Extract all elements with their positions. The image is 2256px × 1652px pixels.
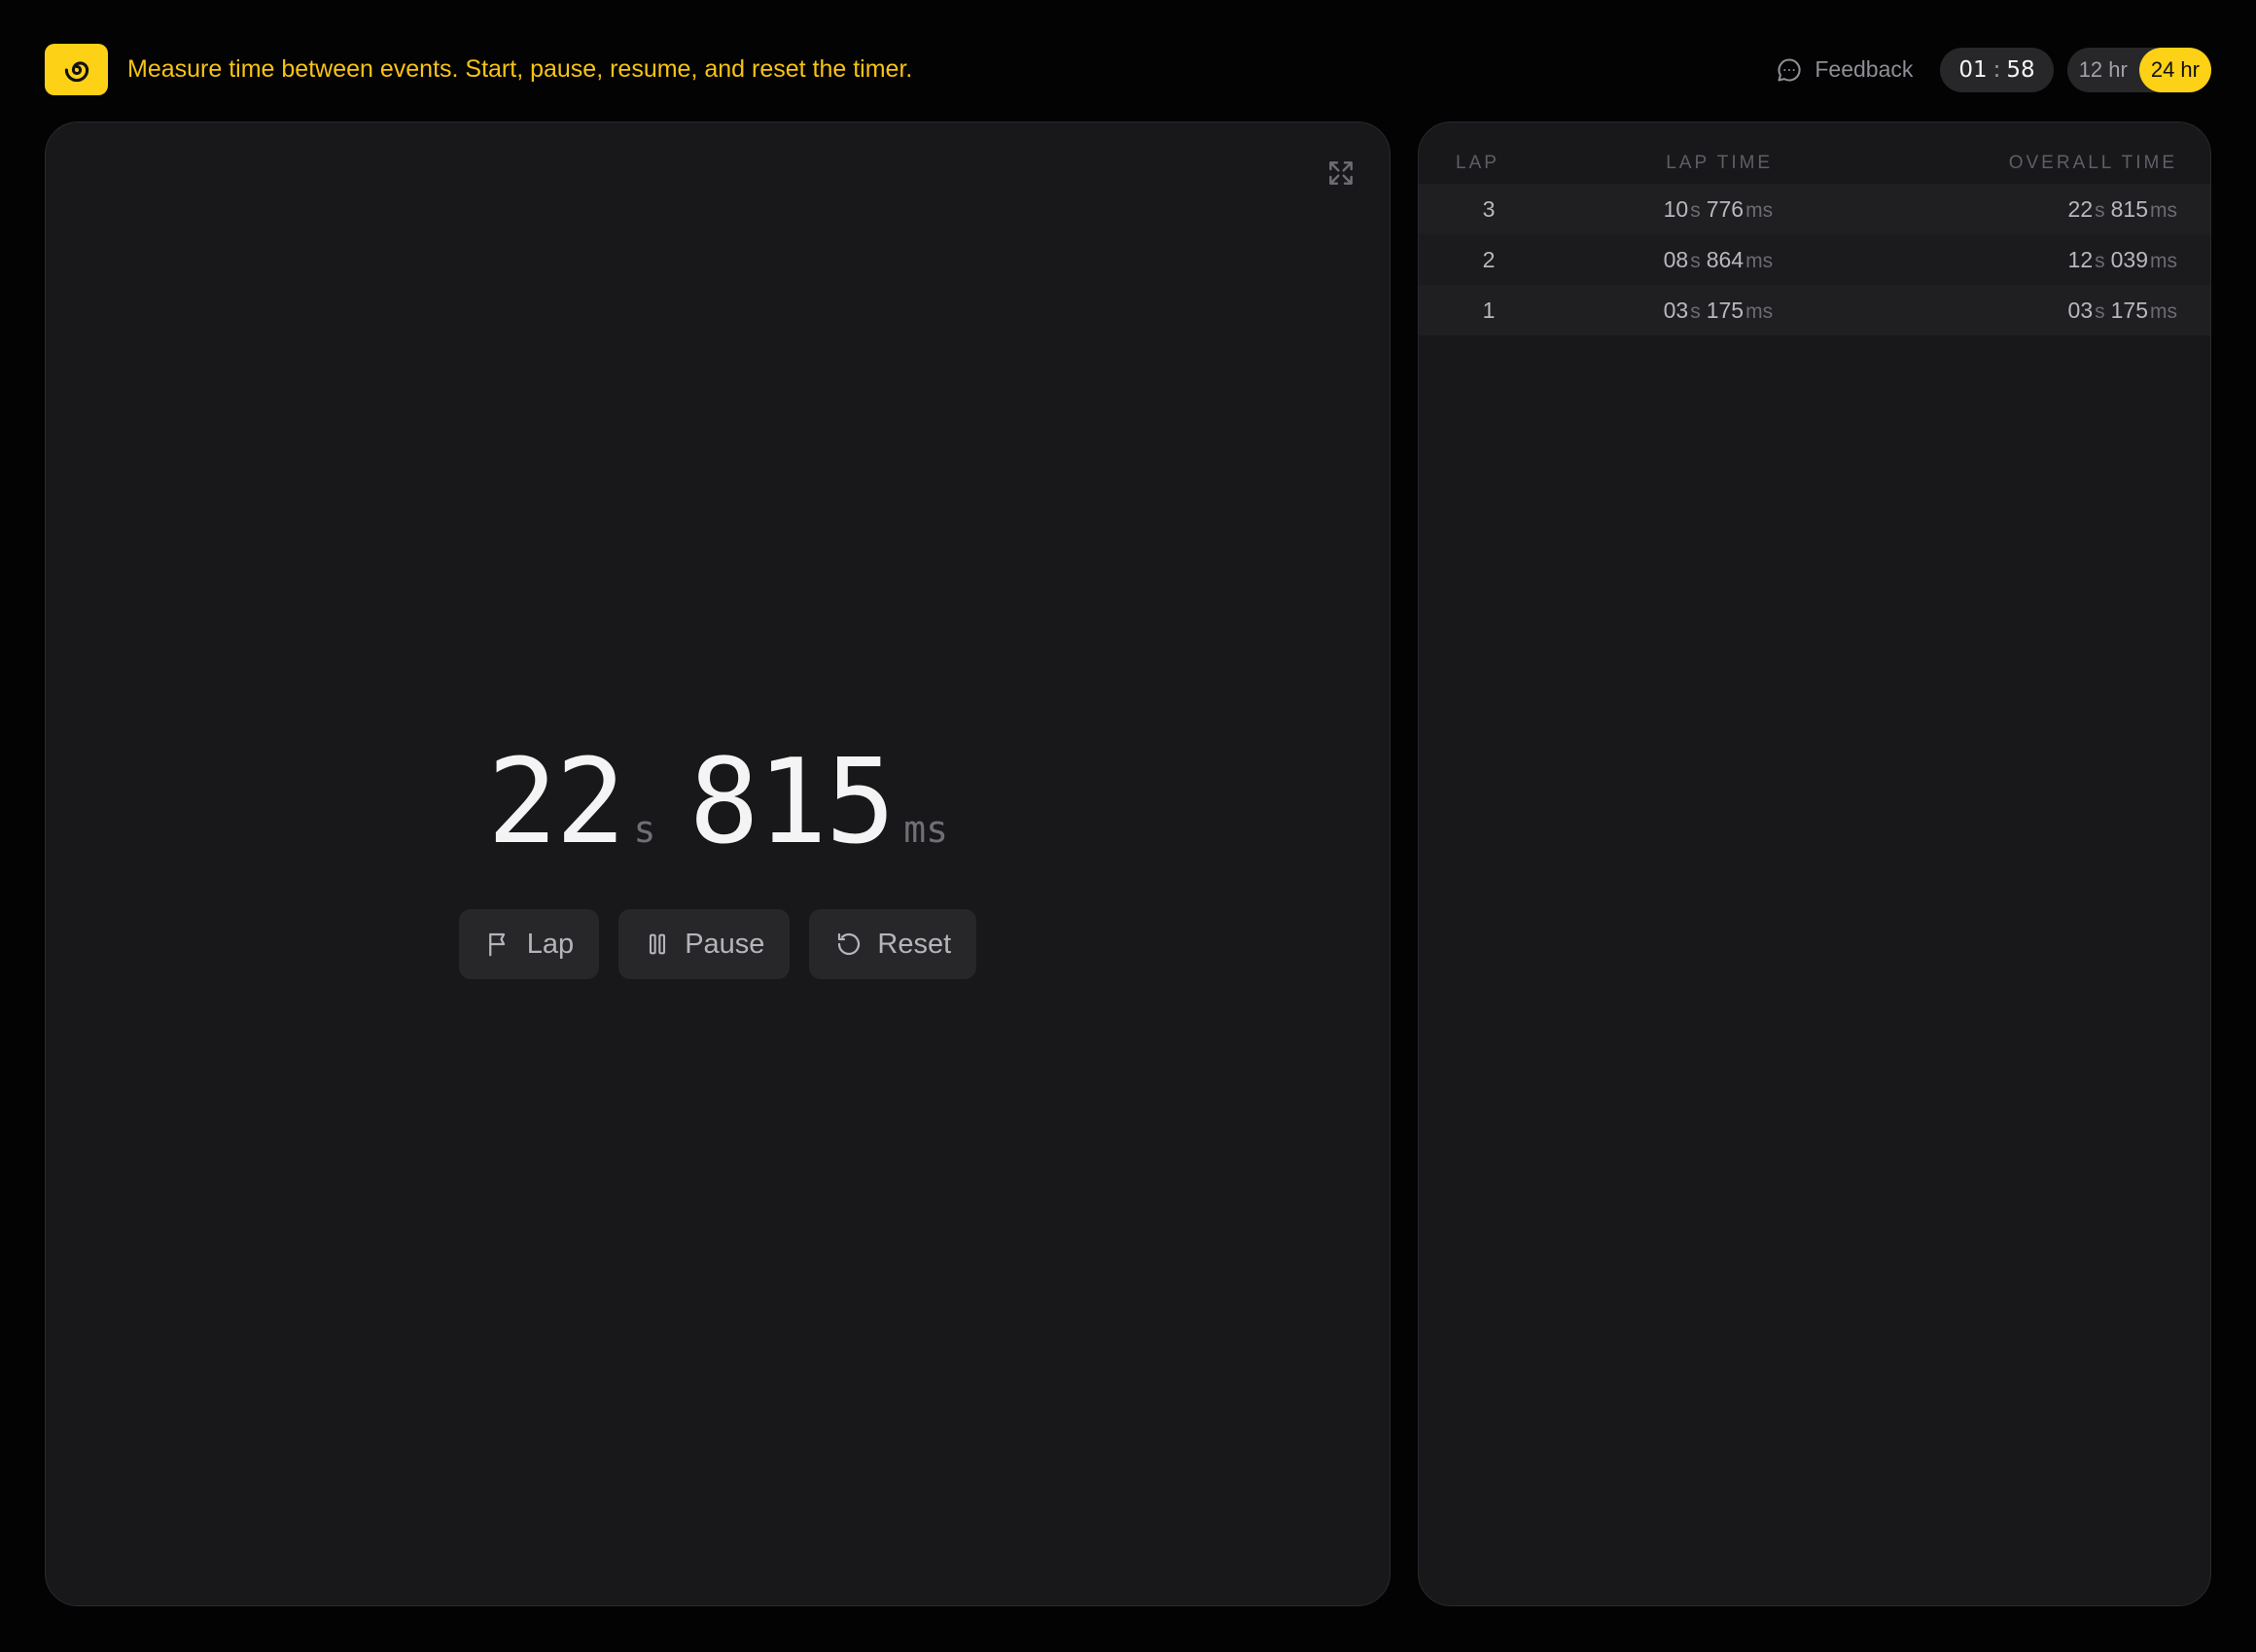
- overall-time-seconds: 22: [2067, 195, 2094, 222]
- laps-header-row: Lap Lap time Overall time: [1419, 143, 2210, 184]
- lap-time: 10s 776ms: [1535, 184, 1774, 234]
- overall-time-seconds: 12: [2067, 246, 2094, 272]
- overall-time-ms: 175: [2110, 297, 2148, 323]
- seconds-unit: s: [1690, 299, 1701, 323]
- fullscreen-icon: [1329, 161, 1353, 185]
- stopwatch-controls: Lap Pause Reset: [46, 909, 1390, 979]
- page-tagline: Measure time between events. Start, paus…: [127, 55, 913, 83]
- reset-button-label: Reset: [877, 928, 952, 960]
- reset-arrow-icon: [838, 932, 861, 956]
- pause-button[interactable]: Pause: [618, 909, 791, 979]
- timer-milliseconds-unit: ms: [903, 808, 948, 851]
- seconds-unit: s: [1690, 249, 1701, 272]
- stopwatch-display: 22 s 815 ms: [46, 745, 1390, 861]
- spiral-icon: [64, 60, 88, 82]
- lap-time: 08s 864ms: [1535, 234, 1774, 285]
- lap-time-ms: 864: [1706, 246, 1745, 272]
- lap-row: 2 08s 864ms 12s 039ms: [1419, 234, 2210, 285]
- seconds-unit: s: [2095, 299, 2105, 323]
- seconds-unit: s: [1690, 198, 1701, 222]
- lap-time-seconds: 10: [1663, 195, 1689, 222]
- reset-button[interactable]: Reset: [809, 909, 977, 979]
- seconds-unit: s: [2095, 198, 2105, 222]
- ms-unit: ms: [1745, 299, 1774, 323]
- format-option-24hr[interactable]: 24 hr: [2138, 47, 2211, 92]
- overall-time: 12s 039ms: [1773, 234, 2210, 285]
- ms-unit: ms: [2150, 198, 2177, 222]
- flag-icon: [488, 932, 505, 957]
- clock-separator: :: [1992, 56, 2001, 83]
- clock-hours: 01: [1958, 56, 1988, 83]
- lap-number: 2: [1419, 234, 1535, 285]
- lap-row: 1 03s 175ms 03s 175ms: [1419, 285, 2210, 335]
- ms-unit: ms: [1745, 198, 1774, 222]
- clock-minutes: 58: [2006, 56, 2035, 83]
- timer-milliseconds: 815: [688, 735, 896, 870]
- timer-seconds-unit: s: [633, 808, 656, 851]
- overall-time: 22s 815ms: [1773, 184, 2210, 234]
- lap-number: 1: [1419, 285, 1535, 335]
- chat-bubble-icon: [1778, 57, 1801, 82]
- overall-time-ms: 815: [2110, 195, 2148, 222]
- overall-time: 03s 175ms: [1773, 285, 2210, 335]
- lap-time-ms: 776: [1706, 195, 1745, 222]
- ms-unit: ms: [2150, 299, 2177, 323]
- column-header-overall-time: Overall time: [2008, 153, 2177, 173]
- pause-icon: [650, 933, 666, 955]
- lap-time-seconds: 08: [1663, 246, 1689, 272]
- format-option-12hr[interactable]: 12 hr: [2067, 48, 2139, 92]
- ms-unit: ms: [2150, 249, 2177, 272]
- timer-seconds: 22: [487, 735, 625, 870]
- lap-time-seconds: 03: [1663, 297, 1689, 323]
- lap-row: 3 10s 776ms 22s 815ms: [1419, 184, 2210, 234]
- column-header-lap-time: Lap time: [1666, 153, 1774, 173]
- top-bar: Measure time between events. Start, paus…: [45, 44, 2211, 95]
- lap-time: 03s 175ms: [1535, 285, 1774, 335]
- laps-table: Lap Lap time Overall time 3 10s 776ms 22s…: [1419, 143, 2210, 335]
- stopwatch-panel: 22 s 815 ms Lap Pause Reset: [45, 122, 1391, 1606]
- current-time: 01 : 58: [1940, 47, 2054, 92]
- lap-time-ms: 175: [1706, 297, 1745, 323]
- lap-number: 3: [1419, 184, 1535, 234]
- time-format-toggle[interactable]: 12 hr 24 hr: [2066, 47, 2211, 92]
- overall-time-seconds: 03: [2067, 297, 2094, 323]
- column-header-lap: Lap: [1456, 153, 1499, 173]
- lap-button[interactable]: Lap: [458, 909, 600, 979]
- overall-time-ms: 039: [2110, 246, 2148, 272]
- lap-button-label: Lap: [526, 928, 575, 960]
- fullscreen-button[interactable]: [1323, 156, 1358, 191]
- ms-unit: ms: [1745, 249, 1774, 272]
- app-logo[interactable]: [45, 44, 108, 95]
- pause-button-label: Pause: [685, 928, 765, 960]
- feedback-button[interactable]: Feedback: [1776, 56, 1913, 84]
- seconds-unit: s: [2095, 249, 2105, 272]
- laps-panel: Lap Lap time Overall time 3 10s 776ms 22s…: [1418, 122, 2211, 1606]
- feedback-label: Feedback: [1815, 56, 1914, 82]
